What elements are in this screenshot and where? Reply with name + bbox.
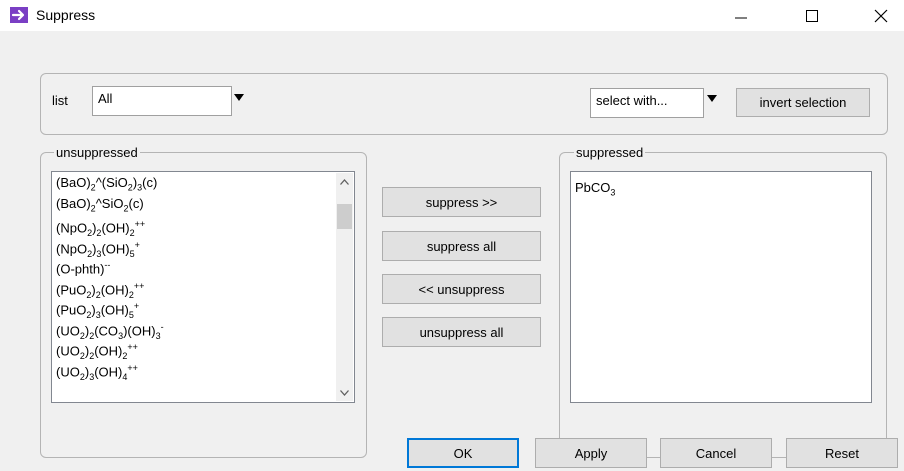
list-combobox-value: All <box>98 91 113 106</box>
cancel-button[interactable]: Cancel <box>660 438 772 468</box>
maximize-icon <box>806 9 818 22</box>
reset-button[interactable]: Reset <box>786 438 898 468</box>
list-item[interactable]: (NpO2)2(OH)2++ <box>52 214 336 238</box>
close-button[interactable] <box>858 0 904 31</box>
minimize-icon <box>735 17 747 18</box>
list-item[interactable]: (UO2)2(OH)2++ <box>52 337 336 361</box>
scroll-thumb[interactable] <box>337 204 352 229</box>
list-item[interactable]: (O-phth)-- <box>52 255 336 276</box>
unsuppress-button[interactable]: << unsuppress <box>382 274 541 304</box>
list-combobox[interactable]: All <box>92 86 232 116</box>
close-icon <box>874 9 888 22</box>
scroll-up-icon[interactable] <box>336 173 353 190</box>
unsuppressed-legend: unsuppressed <box>54 145 140 160</box>
suppressed-legend: suppressed <box>574 145 646 160</box>
apply-button[interactable]: Apply <box>535 438 647 468</box>
suppressed-items: PbCO3 <box>571 178 871 199</box>
title-bar: Suppress <box>0 0 904 31</box>
list-item[interactable]: (PuO2)3(OH)5+ <box>52 296 336 320</box>
app-arrow-icon <box>10 7 28 23</box>
suppress-button[interactable]: suppress >> <box>382 187 541 217</box>
list-item[interactable]: (UO2)3(OH)4++ <box>52 358 336 382</box>
window-title: Suppress <box>36 7 96 23</box>
select-with-combobox[interactable]: select with... <box>590 88 704 118</box>
suppress-all-button[interactable]: suppress all <box>382 231 541 261</box>
list-label: list <box>52 93 68 108</box>
ok-button[interactable]: OK <box>407 438 519 468</box>
unsuppressed-items: (BaO)2^(SiO2)3(c) (BaO)2^SiO2(c) (NpO2)2… <box>52 173 336 382</box>
suppressed-list[interactable]: PbCO3 <box>570 171 872 403</box>
list-item[interactable]: (NpO2)3(OH)5+ <box>52 235 336 259</box>
list-item[interactable]: PbCO3 <box>571 178 871 199</box>
minimize-button[interactable] <box>718 0 764 31</box>
select-with-dropdown-arrow-icon[interactable] <box>707 95 717 102</box>
list-item[interactable]: (PuO2)2(OH)2++ <box>52 276 336 300</box>
list-item[interactable]: (BaO)2^(SiO2)3(c) <box>52 173 336 194</box>
scroll-down-icon[interactable] <box>336 384 353 401</box>
list-dropdown-arrow-icon[interactable] <box>234 94 244 101</box>
dialog-body: list All select with... invert selection… <box>0 31 904 471</box>
unsuppressed-list[interactable]: (BaO)2^(SiO2)3(c) (BaO)2^SiO2(c) (NpO2)2… <box>51 171 355 403</box>
invert-selection-button[interactable]: invert selection <box>736 88 870 117</box>
unsuppress-all-button[interactable]: unsuppress all <box>382 317 541 347</box>
select-with-value: select with... <box>596 93 668 108</box>
list-item[interactable]: (UO2)2(CO3)(OH)3- <box>52 317 336 341</box>
maximize-button[interactable] <box>789 0 835 31</box>
list-item[interactable]: (BaO)2^SiO2(c) <box>52 194 336 215</box>
unsuppressed-scrollbar[interactable] <box>336 173 353 401</box>
